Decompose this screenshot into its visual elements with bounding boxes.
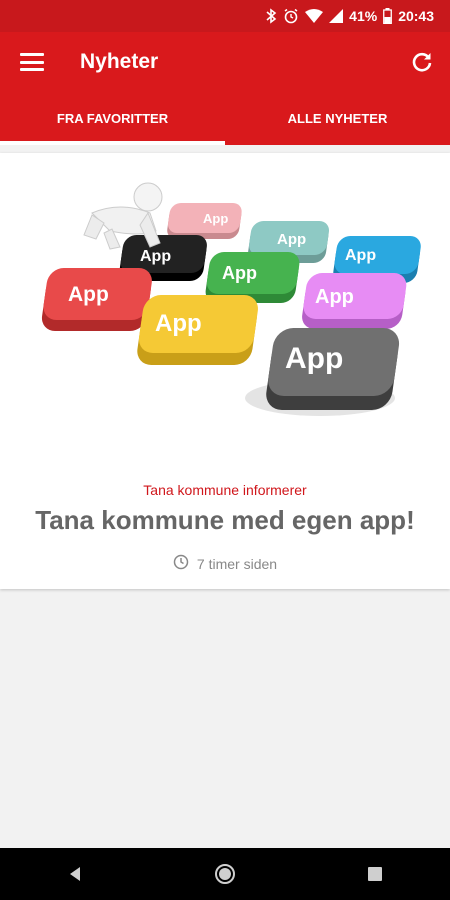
app-tile-label: App	[203, 211, 228, 226]
app-tile-label: App	[285, 342, 343, 375]
app-tile-label: App	[155, 310, 202, 337]
app-tile-label: App	[222, 263, 257, 283]
home-icon[interactable]	[195, 854, 255, 894]
app-tile-gray: App	[266, 328, 400, 410]
app-bar: Nyheter	[0, 32, 450, 92]
refresh-icon[interactable]	[410, 50, 434, 74]
article-headline[interactable]: Tana kommune med egen app!	[0, 505, 450, 536]
recents-icon[interactable]	[345, 854, 405, 894]
clock-icon	[173, 554, 189, 573]
clock: 20:43	[398, 8, 434, 24]
menu-icon[interactable]	[20, 53, 44, 71]
signal-icon	[329, 9, 344, 23]
tab-bar: FRA FAVORITTER ALLE NYHETER	[0, 92, 450, 145]
app-tile-label: App	[277, 231, 306, 248]
news-card[interactable]: App App App App App App App App App Tana…	[0, 153, 450, 589]
article-category: Tana kommune informerer	[143, 482, 307, 498]
app-tile-label: App	[345, 247, 376, 264]
battery-icon	[383, 8, 393, 24]
wifi-icon	[305, 9, 324, 23]
battery-percent: 41%	[349, 8, 378, 24]
app-tile-label: App	[140, 248, 171, 265]
app-tile-pink: App	[167, 203, 242, 239]
system-nav-bar	[0, 848, 450, 900]
app-tile-label: App	[68, 283, 109, 306]
page-title: Nyheter	[80, 50, 159, 73]
article-timestamp: 7 timer siden	[196, 555, 278, 572]
status-bar: 41% 20:43	[0, 0, 450, 32]
alarm-icon	[283, 8, 299, 24]
bluetooth-icon	[265, 8, 277, 24]
tab-fra-favoritter[interactable]: FRA FAVORITTER	[0, 92, 225, 145]
app-tile-magenta: App	[302, 273, 407, 329]
article-image: App App App App App App App App App	[0, 153, 450, 473]
app-tile-label: App	[315, 286, 354, 308]
back-icon[interactable]	[45, 854, 105, 894]
tab-alle-nyheter[interactable]: ALLE NYHETER	[225, 92, 450, 145]
app-tile-red: App	[41, 268, 152, 331]
article-meta: 7 timer siden	[0, 554, 450, 573]
app-tile-yellow: App	[137, 295, 258, 365]
